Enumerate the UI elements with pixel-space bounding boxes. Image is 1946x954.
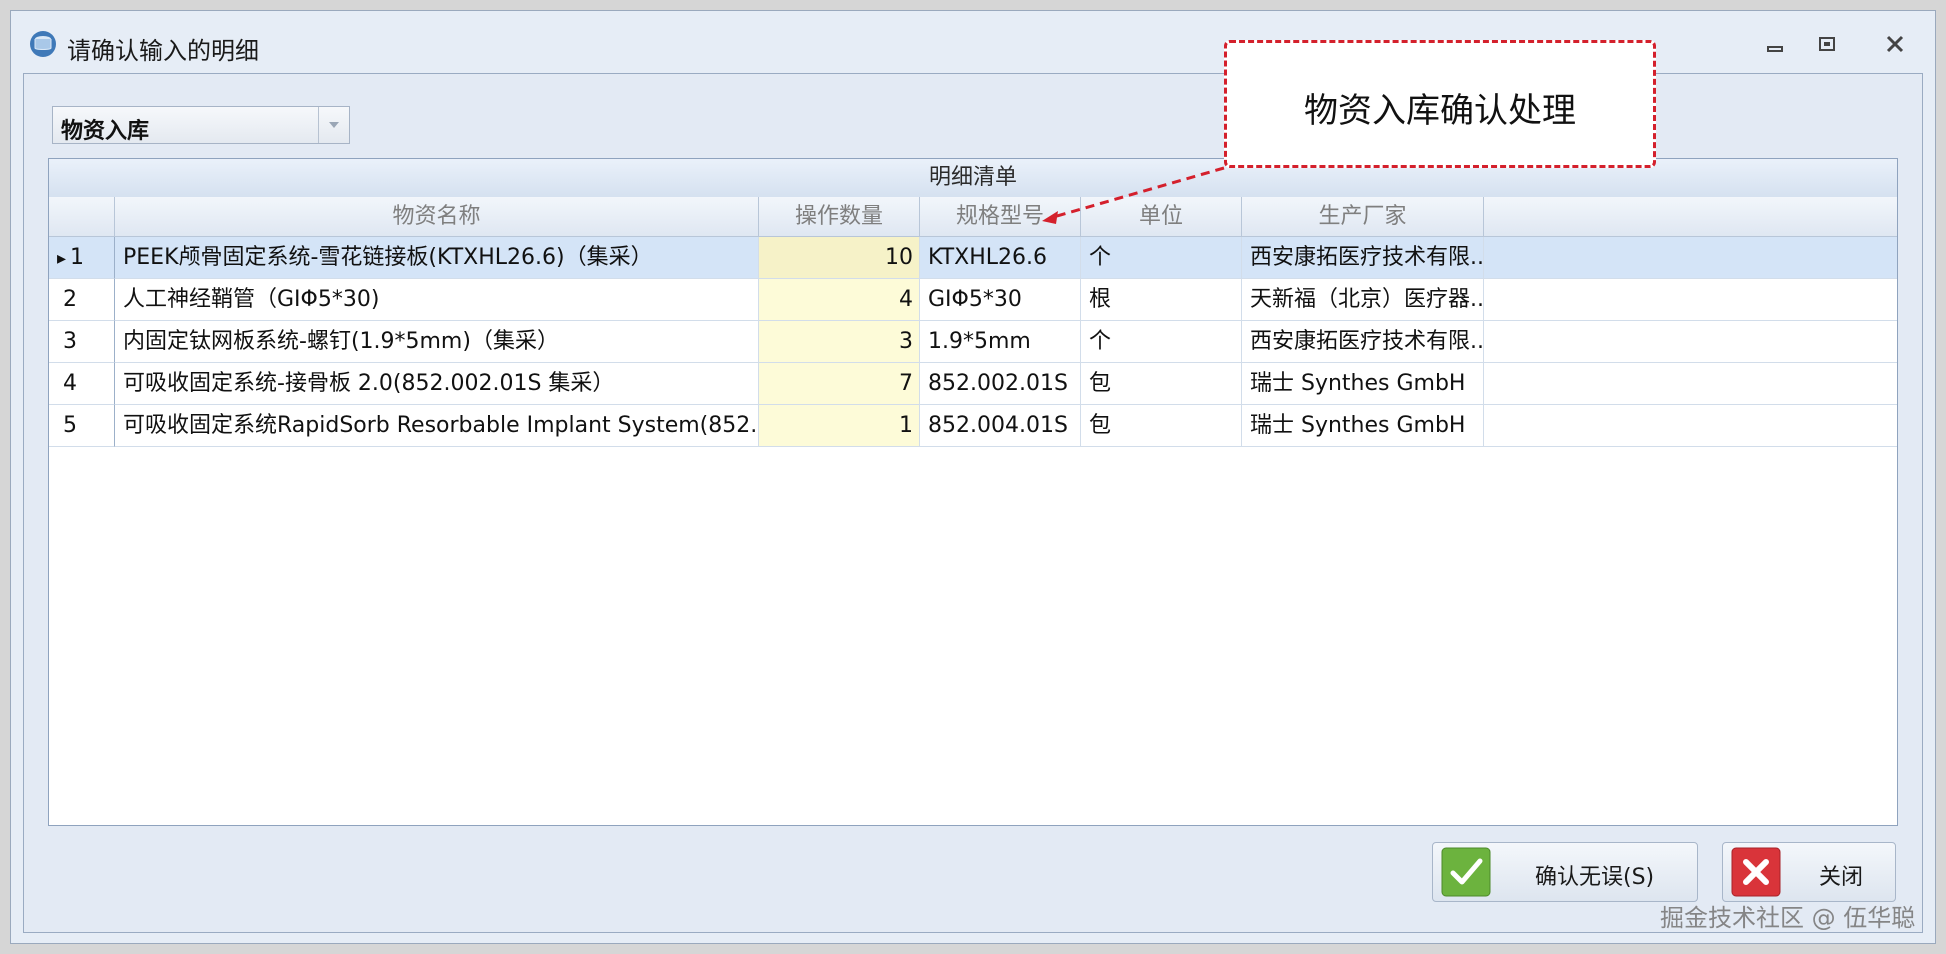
operation-type-value: 物资入库 [61,119,150,144]
cell-spec[interactable]: GIΦ5*30 [920,279,1081,321]
minimize-icon [1767,46,1783,52]
cell-name[interactable]: PEEK颅骨固定系统-雪花链接板(KTXHL26.6)（集采） [115,237,759,279]
column-header-unit[interactable]: 单位 [1081,197,1242,237]
cell-spec[interactable]: 852.004.01S [920,405,1081,447]
confirm-button-label: 确认无误(S) [1535,865,1655,890]
operation-type-select[interactable]: 物资入库 [52,106,350,144]
cell-unit[interactable]: 包 [1081,363,1242,405]
row-number: 4 [63,371,77,396]
cell-quantity[interactable]: 3 [759,321,920,363]
cell-manufacturer[interactable]: 瑞士 Synthes GmbH [1242,363,1484,405]
table-row[interactable]: 4 可吸收固定系统-接骨板 2.0(852.002.01S 集采） 7 852.002… [49,363,1897,405]
row-number: 1 [70,245,85,270]
cell-filler [1484,405,1897,447]
cell-name[interactable]: 内固定钛网板系统-螺钉(1.9*5mm)（集采） [115,321,759,363]
window-title: 请确认输入的明细 [67,37,259,65]
table-row[interactable]: 2 人工神经鞘管（GIΦ5*30) 4 GIΦ5*30 根天新福（北京）医疗器... [49,279,1897,321]
row-pointer-icon: ▸ [57,248,67,269]
window-close-button[interactable] [1879,31,1911,57]
cell-spec[interactable]: KTXHL26.6 [920,237,1081,279]
cell-filler [1484,321,1897,363]
annotation-callout-text: 物资入库确认处理 [1304,91,1576,131]
indicator-header [49,197,115,237]
cell-name[interactable]: 可吸收固定系统-接骨板 2.0(852.002.01S 集采） [115,363,759,405]
row-indicator[interactable]: 5 [49,405,115,447]
cell-unit[interactable]: 个 [1081,321,1242,363]
cell-unit[interactable]: 包 [1081,405,1242,447]
table-row[interactable]: 5 可吸收固定系统RapidSorb Resorbable Implant Sys… [49,405,1897,447]
close-icon [1886,35,1904,53]
maximize-button[interactable] [1811,31,1843,57]
cell-manufacturer[interactable]: 西安康拓医疗技术有限... [1242,237,1484,279]
minimize-button[interactable] [1759,31,1791,57]
row-indicator[interactable]: ▸ 1 [49,237,115,279]
cell-manufacturer[interactable]: 瑞士 Synthes GmbH [1242,405,1484,447]
row-number: 5 [63,413,77,438]
column-header-name[interactable]: 物资名称 [115,197,759,237]
row-indicator[interactable]: 3 [49,321,115,363]
row-number: 2 [63,287,77,312]
cell-name[interactable]: 人工神经鞘管（GIΦ5*30) [115,279,759,321]
cell-quantity[interactable]: 1 [759,405,920,447]
close-x-icon [1731,847,1781,897]
cell-spec[interactable]: 1.9*5mm [920,321,1081,363]
detail-grid: 明细清单 物资名称 操作数量 规格型号 单位 生产厂家 ▸ 1 PEEK颅骨固定系统… [48,158,1898,826]
watermark: 掘金技术社区 @ 伍华聪 [1660,904,1916,932]
row-indicator[interactable]: 2 [49,279,115,321]
column-header-manufacturer[interactable]: 生产厂家 [1242,197,1484,237]
cell-filler [1484,363,1897,405]
chevron-down-icon [329,122,339,128]
cell-filler [1484,237,1897,279]
cell-unit[interactable]: 根 [1081,279,1242,321]
close-button[interactable]: 关闭 [1722,842,1896,902]
cell-quantity[interactable]: 4 [759,279,920,321]
row-number: 3 [63,329,77,354]
grid-header-row: 物资名称 操作数量 规格型号 单位 生产厂家 [49,197,1897,237]
column-header-filler [1484,197,1897,237]
maximize-icon [1819,37,1835,51]
row-indicator[interactable]: 4 [49,363,115,405]
cell-spec[interactable]: 852.002.01S [920,363,1081,405]
column-header-spec[interactable]: 规格型号 [920,197,1081,237]
cell-manufacturer[interactable]: 西安康拓医疗技术有限... [1242,321,1484,363]
annotation-callout: 物资入库确认处理 [1224,40,1656,168]
close-button-label: 关闭 [1819,865,1864,890]
cell-name[interactable]: 可吸收固定系统RapidSorb Resorbable Implant Syst… [115,405,759,447]
cell-filler [1484,279,1897,321]
column-header-quantity[interactable]: 操作数量 [759,197,920,237]
cell-quantity[interactable]: 7 [759,363,920,405]
checkmark-icon [1441,847,1491,897]
combo-dropdown-button[interactable] [318,107,349,143]
confirm-button[interactable]: 确认无误(S) [1432,842,1698,902]
cell-unit[interactable]: 个 [1081,237,1242,279]
table-row[interactable]: ▸ 1 PEEK颅骨固定系统-雪花链接板(KTXHL26.6)（集采） 10 KTXHL… [49,237,1897,279]
database-icon [30,31,56,57]
cell-quantity[interactable]: 10 [759,237,920,279]
table-row[interactable]: 3 内固定钛网板系统-螺钉(1.9*5mm)（集采） 3 1.9*5mm 个西安康拓医疗… [49,321,1897,363]
cell-manufacturer[interactable]: 天新福（北京）医疗器... [1242,279,1484,321]
